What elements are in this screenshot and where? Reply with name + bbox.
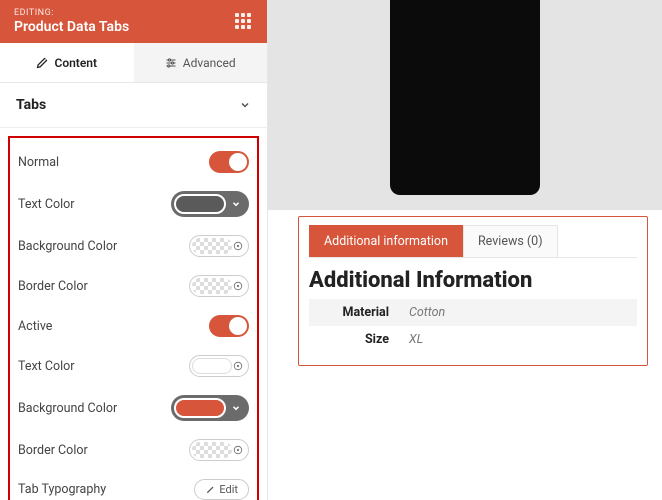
attributes-table: Material Cotton Size XL: [309, 299, 637, 353]
chevron-down-icon: [231, 199, 241, 209]
editor-sidebar: EDITING: Product Data Tabs Content Advan…: [0, 0, 268, 500]
highlight-box: Normal Text Color Background Color Borde…: [8, 136, 259, 500]
attr-name: Material: [309, 299, 399, 326]
product-tab-additional-info[interactable]: Additional information: [309, 225, 463, 257]
controls-panel: Normal Text Color Background Color Borde…: [0, 128, 267, 500]
toggle-active[interactable]: [209, 315, 249, 337]
panel-heading: Additional Information: [309, 268, 637, 293]
eyedropper-icon: [232, 280, 244, 292]
chevron-down-icon: [239, 99, 251, 111]
typography-edit-button[interactable]: Edit: [194, 479, 249, 500]
attr-value: Cotton: [399, 299, 637, 326]
product-tab-reviews[interactable]: Reviews (0): [463, 225, 558, 257]
label-normal-border-color: Border Color: [18, 279, 88, 294]
preview-highlight-box: Additional information Reviews (0) Addit…: [298, 216, 648, 366]
eyedropper-icon: [232, 444, 244, 456]
color-normal-text[interactable]: [171, 191, 249, 217]
widget-title: Product Data Tabs: [14, 19, 129, 35]
label-active-text-color: Text Color: [18, 359, 75, 374]
color-active-text[interactable]: [189, 355, 249, 377]
attr-value: XL: [399, 326, 637, 353]
editor-tab-row: Content Advanced: [0, 43, 267, 83]
table-row: Size XL: [309, 326, 637, 353]
label-normal-text-color: Text Color: [18, 197, 75, 212]
color-active-border[interactable]: [189, 439, 249, 461]
widget-header: EDITING: Product Data Tabs: [0, 0, 267, 43]
product-image: [268, 0, 662, 210]
label-normal-bg-color: Background Color: [18, 239, 117, 254]
editing-label: EDITING:: [14, 8, 129, 18]
label-active-border-color: Border Color: [18, 443, 88, 458]
product-tabs-row: Additional information Reviews (0): [309, 225, 637, 258]
label-active-bg-color: Background Color: [18, 401, 117, 416]
pencil-icon: [36, 57, 48, 69]
drag-grip-icon[interactable]: [235, 13, 253, 31]
label-normal: Normal: [18, 155, 59, 170]
toggle-normal[interactable]: [209, 151, 249, 173]
sliders-icon: [165, 57, 177, 69]
color-normal-border[interactable]: [189, 275, 249, 297]
chevron-down-icon: [231, 403, 241, 413]
label-active: Active: [18, 319, 52, 334]
color-active-bg[interactable]: [171, 395, 249, 421]
table-row: Material Cotton: [309, 299, 637, 326]
section-title: Tabs: [16, 97, 46, 113]
eyedropper-icon: [232, 240, 244, 252]
section-tabs-toggle[interactable]: Tabs: [0, 83, 267, 128]
color-normal-bg[interactable]: [189, 235, 249, 257]
tab-content[interactable]: Content: [0, 43, 134, 82]
tab-advanced[interactable]: Advanced: [134, 43, 268, 82]
label-tab-typography: Tab Typography: [18, 482, 106, 497]
eyedropper-icon: [232, 360, 244, 372]
pencil-icon: [205, 485, 215, 495]
attr-name: Size: [309, 326, 399, 353]
